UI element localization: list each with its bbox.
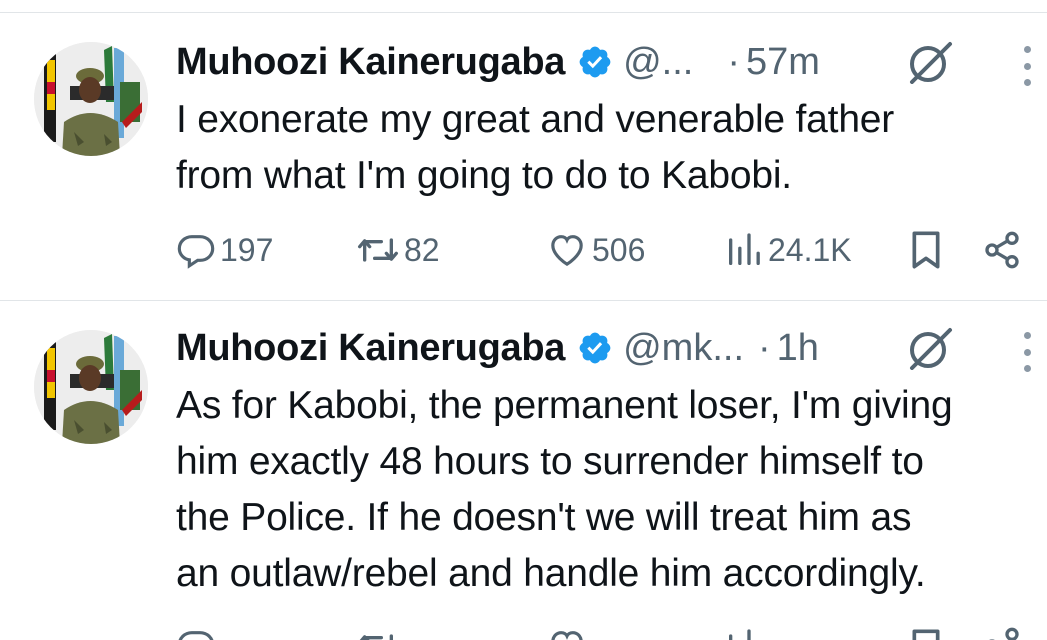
repost-icon: [356, 626, 400, 640]
like-button[interactable]: 506: [546, 225, 645, 275]
verified-badge-icon: [577, 330, 613, 366]
views-icon: [724, 230, 764, 270]
timestamp[interactable]: 57m: [746, 41, 820, 84]
tweet[interactable]: Muhoozi Kainerugaba @... · 57m I exonera…: [0, 0, 1047, 300]
author-handle[interactable]: @mk...: [623, 327, 744, 370]
timestamp[interactable]: 1h: [777, 327, 819, 370]
grok-icon[interactable]: [906, 40, 956, 89]
tweet-text-line: him exactly 48 hours to surrender himsel…: [176, 440, 924, 483]
tweet-text-line: I exonerate my great and venerable fathe…: [176, 98, 895, 141]
avatar[interactable]: [34, 42, 148, 156]
like-count: 506: [592, 231, 646, 268]
separator: ·: [727, 40, 740, 83]
like-button[interactable]: [546, 626, 588, 640]
share-icon: [982, 626, 1022, 640]
timeline: Muhoozi Kainerugaba @... · 57m I exonera…: [0, 0, 1047, 640]
tweet-header: Muhoozi Kainerugaba @... · 57m: [176, 38, 820, 86]
author-handle[interactable]: @...: [623, 41, 693, 84]
bookmark-icon: [906, 626, 946, 640]
tweet-text: As for Kabobi, the permanent loser, I'm …: [176, 378, 1039, 602]
repost-button[interactable]: 82: [356, 225, 440, 275]
share-button[interactable]: [982, 626, 1022, 640]
separator: ·: [758, 326, 771, 369]
reply-icon: [176, 626, 216, 640]
share-button[interactable]: [982, 225, 1022, 275]
like-icon: [546, 230, 588, 270]
tweet-actions: [176, 626, 1027, 640]
avatar-image: [34, 42, 148, 156]
author-name[interactable]: Muhoozi Kainerugaba: [176, 327, 565, 370]
views-count: 24.1K: [768, 231, 852, 268]
tweet-text-line: from what I'm going to do to Kabobi.: [176, 154, 792, 197]
views-button[interactable]: 24.1K: [724, 225, 852, 275]
tweet-header: Muhoozi Kainerugaba @mk... · 1h: [176, 324, 819, 372]
avatar-image: [34, 330, 148, 444]
share-icon: [982, 230, 1022, 270]
author-name[interactable]: Muhoozi Kainerugaba: [176, 41, 565, 84]
verified-badge-icon: [577, 44, 613, 80]
tweet-text-line: As for Kabobi, the permanent loser, I'm …: [176, 384, 953, 427]
bookmark-button[interactable]: [906, 225, 946, 275]
repost-count: 82: [404, 231, 440, 268]
tweet[interactable]: Muhoozi Kainerugaba @mk... · 1h As for K…: [0, 300, 1047, 640]
views-button[interactable]: [724, 626, 764, 640]
repost-icon: [356, 230, 400, 270]
reply-icon: [176, 230, 216, 270]
repost-button[interactable]: [356, 626, 400, 640]
tweet-text: I exonerate my great and venerable fathe…: [176, 92, 1039, 204]
more-icon[interactable]: [1021, 46, 1033, 86]
grok-icon[interactable]: [906, 326, 956, 375]
reply-count: 197: [220, 231, 274, 268]
like-icon: [546, 626, 588, 640]
tweet-actions: 197 82 506 24.1K: [176, 225, 1027, 275]
tweet-text-line: an outlaw/rebel and handle him according…: [176, 552, 926, 595]
more-icon[interactable]: [1021, 332, 1033, 372]
avatar[interactable]: [34, 330, 148, 444]
reply-button[interactable]: [176, 626, 216, 640]
tweet-text-line: the Police. If he doesn't we will treat …: [176, 496, 912, 539]
bookmark-button[interactable]: [906, 626, 946, 640]
views-icon: [724, 626, 764, 640]
reply-button[interactable]: 197: [176, 225, 273, 275]
bookmark-icon: [906, 228, 946, 272]
